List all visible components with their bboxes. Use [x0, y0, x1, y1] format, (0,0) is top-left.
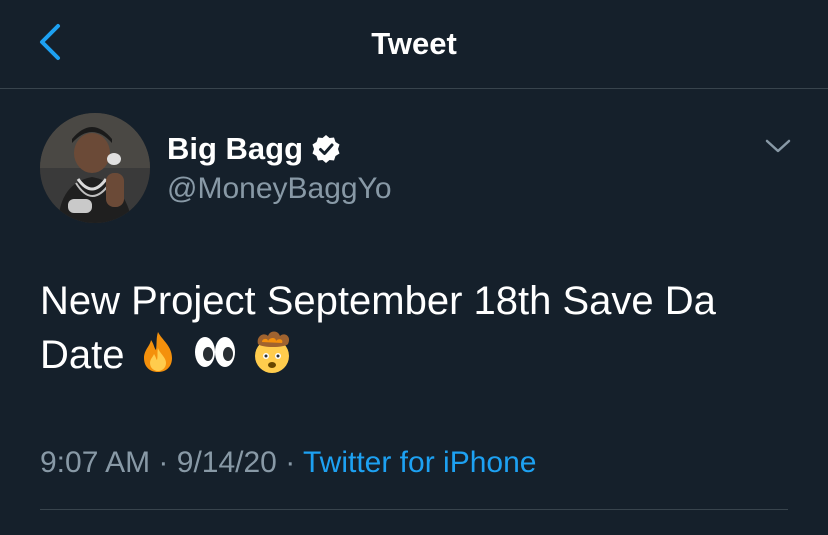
- eyes-emoji: [193, 330, 237, 374]
- verified-badge-icon: [311, 134, 341, 164]
- author-name-row[interactable]: Big Bagg: [167, 129, 341, 169]
- tweet-metadata: 9:07 AM · 9/14/20 · Twitter for iPhone: [40, 446, 536, 480]
- tweet-options-button[interactable]: [760, 130, 796, 166]
- exploding-head-emoji: [250, 330, 294, 374]
- meta-separator: ·: [285, 446, 296, 479]
- author-display-name[interactable]: Big Bagg: [167, 131, 303, 167]
- tweet-source-link[interactable]: Twitter for iPhone: [303, 446, 536, 479]
- author-handle[interactable]: @MoneyBaggYo: [167, 172, 392, 206]
- tweet-body: New Project September 18th Save Da Date: [40, 274, 800, 382]
- divider: [40, 509, 788, 510]
- tweet-time: 9:07 AM: [40, 446, 151, 479]
- tweet-date: 9/14/20: [176, 446, 277, 479]
- fire-emoji: [136, 330, 180, 374]
- meta-separator: ·: [158, 446, 169, 479]
- chevron-down-icon: [764, 137, 792, 160]
- page-title: Tweet: [371, 26, 457, 61]
- top-bar: Tweet: [0, 0, 828, 89]
- avatar[interactable]: [40, 113, 150, 223]
